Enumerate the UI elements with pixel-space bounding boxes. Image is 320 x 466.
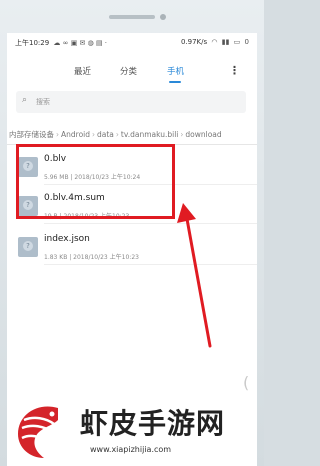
shrimp-logo-icon	[18, 406, 58, 458]
earpiece	[109, 15, 155, 19]
phone-frame: 上午10:29 ☁ ∞ ▣ ✉ ◍ ▤ · 0.97K/s ◠ ▮▮ ▭ 0 最…	[0, 0, 264, 466]
front-camera	[160, 14, 166, 20]
watermark: 虾皮手游网 www.xiapizhijia.com	[0, 372, 264, 466]
watermark-title: 虾皮手游网	[80, 407, 226, 440]
watermark-url: www.xiapizhijia.com	[90, 445, 172, 454]
